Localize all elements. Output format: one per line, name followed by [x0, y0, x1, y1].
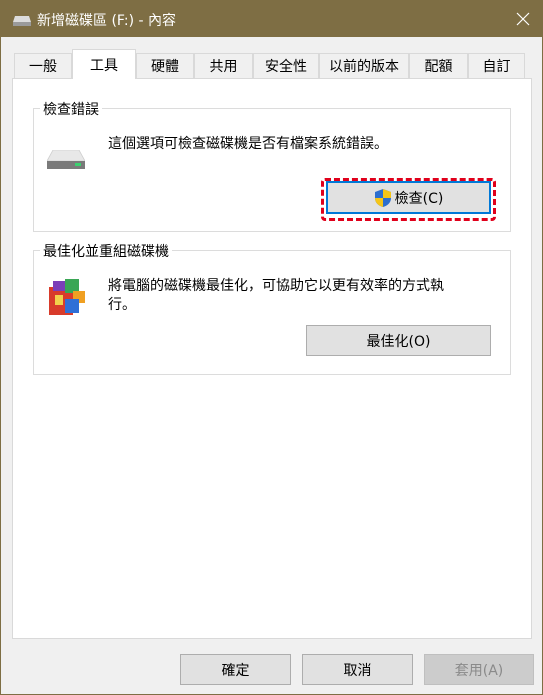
- optimize-heading: 最佳化並重組磁碟機: [40, 241, 172, 261]
- tab-quota[interactable]: 配額: [409, 53, 468, 78]
- error-check-description: 這個選項可檢查磁碟機是否有檔案系統錯誤。: [108, 136, 388, 152]
- cancel-button[interactable]: 取消: [302, 654, 413, 685]
- optimize-description-line1: 將電腦的磁碟機最佳化，可協助它以更有效率的方式執: [108, 278, 444, 294]
- title-bar[interactable]: 新增磁碟區 (F:) - 內容: [1, 1, 542, 37]
- close-icon: [516, 12, 530, 26]
- defrag-icon: [47, 277, 87, 321]
- optimize-button[interactable]: 最佳化(O): [306, 325, 491, 356]
- tab-hardware[interactable]: 硬體: [136, 53, 194, 78]
- tab-customize[interactable]: 自訂: [468, 53, 525, 78]
- tab-security[interactable]: 安全性: [253, 53, 319, 78]
- window-title: 新增磁碟區 (F:) - 內容: [37, 13, 177, 29]
- hard-drive-icon: [46, 149, 86, 174]
- optimize-description: 將電腦的磁碟機最佳化，可協助它以更有效率的方式執 行。: [108, 277, 498, 315]
- highlight-box: [321, 178, 496, 221]
- tab-tools[interactable]: 工具: [72, 49, 136, 79]
- error-check-heading: 檢查錯誤: [40, 99, 102, 119]
- tab-general[interactable]: 一般: [14, 53, 72, 78]
- drive-icon: [13, 14, 31, 26]
- apply-button[interactable]: 套用(A): [424, 654, 534, 685]
- ok-button[interactable]: 確定: [180, 654, 291, 685]
- tab-sharing[interactable]: 共用: [194, 53, 253, 78]
- close-button[interactable]: [504, 1, 542, 37]
- properties-window: 新增磁碟區 (F:) - 內容 一般 工具 硬體 共用 安全性 以前的版本 配額…: [0, 0, 543, 695]
- tab-previous-versions[interactable]: 以前的版本: [319, 53, 409, 78]
- optimize-group: 最佳化並重組磁碟機 將電腦的磁碟機最佳化，可協助它以更有效率的方式執 行。 最佳…: [33, 241, 511, 375]
- tools-panel: 檢查錯誤 這個選項可檢查磁碟機是否有檔案系統錯誤。 檢查(C) 最佳化並重組磁碟…: [12, 78, 532, 639]
- optimize-description-line2: 行。: [108, 297, 136, 313]
- tab-strip: 一般 工具 硬體 共用 安全性 以前的版本 配額 自訂: [12, 49, 532, 79]
